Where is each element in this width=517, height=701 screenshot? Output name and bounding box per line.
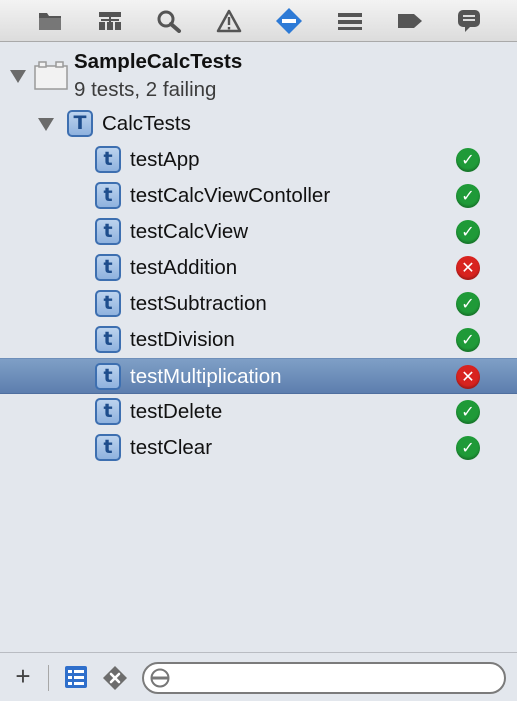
test-row[interactable]: t testApp ✓ [0, 142, 517, 178]
test-failed-icon[interactable]: ✕ [456, 365, 480, 389]
test-name: testDivision [130, 328, 235, 351]
test-summary: 9 tests, 2 failing [74, 78, 217, 101]
speech-bubble-icon[interactable] [453, 6, 485, 36]
test-name: testMultiplication [130, 365, 282, 388]
test-case-icon: t [95, 363, 121, 390]
test-passed-icon[interactable]: ✓ [456, 328, 480, 352]
test-case-icon: t [95, 326, 121, 353]
test-case-icon: t [95, 434, 121, 461]
disclosure-triangle-icon[interactable] [10, 70, 26, 83]
disclosure-triangle-icon[interactable] [38, 118, 54, 131]
divider [48, 665, 49, 691]
navigator-toolbar [0, 0, 517, 42]
target-row[interactable]: T CalcTests [0, 106, 517, 142]
test-case-icon: t [95, 290, 121, 317]
breakpoint-list-icon[interactable] [334, 6, 366, 36]
test-failed-icon[interactable]: ✕ [456, 256, 480, 280]
test-case-icon: t [95, 218, 121, 245]
test-passed-icon[interactable]: ✓ [456, 148, 480, 172]
test-row[interactable]: t testSubtraction ✓ [0, 286, 517, 322]
filter-icon [150, 668, 170, 688]
test-name: testApp [130, 148, 200, 171]
test-passed-icon[interactable]: ✓ [456, 436, 480, 460]
test-row[interactable]: t testCalcViewContoller ✓ [0, 178, 517, 214]
test-target-icon: T [67, 110, 93, 137]
project-name: SampleCalcTests [74, 50, 243, 73]
show-recent-filter-icon[interactable] [64, 665, 88, 694]
add-button[interactable]: + [12, 661, 34, 691]
filter-input[interactable] [142, 662, 506, 694]
test-row[interactable]: t testAddition ✕ [0, 250, 517, 286]
test-case-icon: t [95, 146, 121, 173]
test-name: testCalcViewContoller [130, 184, 331, 207]
navigator-bottom-bar: + [0, 652, 517, 701]
test-row[interactable]: t testDelete ✓ [0, 394, 517, 430]
folder-icon[interactable] [34, 6, 66, 36]
test-passed-icon[interactable]: ✓ [456, 400, 480, 424]
project-icon [34, 61, 68, 90]
filter-field [142, 662, 506, 694]
warning-icon[interactable] [213, 6, 245, 36]
test-name: testDelete [130, 400, 223, 423]
test-row[interactable]: t testCalcView ✓ [0, 214, 517, 250]
test-passed-icon[interactable]: ✓ [456, 220, 480, 244]
test-passed-icon[interactable]: ✓ [456, 184, 480, 208]
test-row[interactable]: t testMultiplication ✕ [0, 358, 517, 394]
test-name: testClear [130, 436, 213, 459]
test-name: testSubtraction [130, 292, 267, 315]
test-navigator-tree: SampleCalcTests 9 tests, 2 failing T Cal… [0, 42, 517, 652]
target-name: CalcTests [102, 112, 191, 135]
test-name: testAddition [130, 256, 238, 279]
project-row[interactable]: SampleCalcTests 9 tests, 2 failing [0, 44, 517, 104]
test-passed-icon[interactable]: ✓ [456, 292, 480, 316]
hierarchy-icon[interactable] [94, 6, 126, 36]
failing-tests-filter-icon[interactable] [102, 665, 128, 696]
test-name: testCalcView [130, 220, 249, 243]
test-row[interactable]: t testDivision ✓ [0, 322, 517, 358]
tag-icon[interactable] [394, 6, 426, 36]
search-icon[interactable] [153, 6, 185, 36]
test-case-icon: t [95, 182, 121, 209]
test-case-icon: t [95, 254, 121, 281]
test-navigator-icon[interactable] [273, 6, 305, 36]
test-row[interactable]: t testClear ✓ [0, 430, 517, 466]
test-case-icon: t [95, 398, 121, 425]
